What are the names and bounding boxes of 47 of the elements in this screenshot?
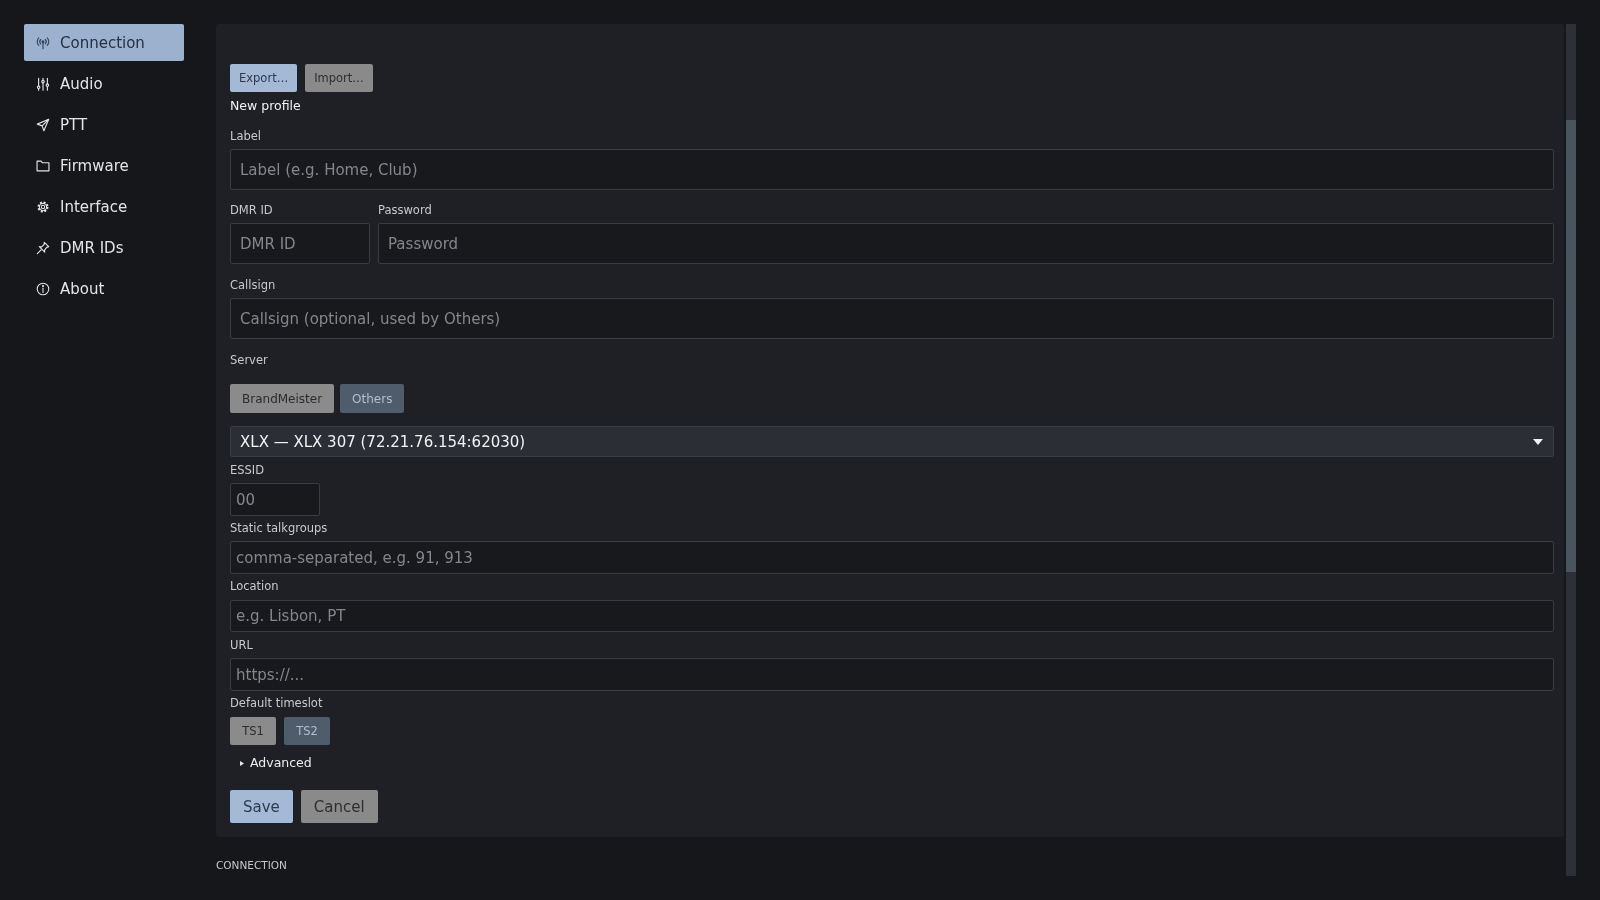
- field-label: URL: [230, 637, 253, 653]
- profile-action-button[interactable]: Import…: [305, 64, 373, 92]
- server-option[interactable]: BrandMeister: [230, 384, 335, 413]
- gear-icon: [36, 199, 50, 214]
- field-label: DMR ID: [230, 202, 273, 218]
- sidebar-item[interactable]: About: [24, 270, 184, 307]
- folder-icon: [36, 158, 50, 173]
- pushpin-icon: [36, 240, 50, 255]
- field-label: Default timeslot: [230, 695, 323, 711]
- field-label: ESSID: [230, 462, 265, 478]
- field-label: Password: [378, 202, 432, 218]
- scrollbar-thumb[interactable]: [1566, 120, 1576, 572]
- section-label: CONNECTION: [216, 858, 287, 872]
- sidebar-item[interactable]: Connection: [24, 24, 184, 61]
- field-label: Server: [230, 352, 268, 368]
- server-option[interactable]: Others: [340, 384, 405, 413]
- dmr-id-input[interactable]: DMR ID: [230, 223, 370, 264]
- location-input[interactable]: e.g. Lisbon, PT: [230, 600, 1554, 632]
- sliders-icon: [36, 76, 50, 91]
- info-icon: [36, 281, 50, 296]
- caret-down-icon: [1533, 438, 1543, 445]
- field-label: Static talkgroups: [230, 520, 328, 536]
- sidebar-item[interactable]: PTT: [24, 106, 184, 143]
- form-heading: New profile: [230, 97, 301, 115]
- talkgroups-input[interactable]: comma-separated, e.g. 91, 913: [230, 541, 1554, 574]
- advanced-toggle[interactable]: Advanced: [230, 754, 312, 772]
- sidebar-item[interactable]: Interface: [24, 188, 184, 225]
- field-label: Location: [230, 578, 279, 594]
- server-select[interactable]: XLX — XLX 307 (72.21.76.154:62030): [230, 426, 1554, 457]
- password-input[interactable]: Password: [378, 223, 1554, 264]
- timeslot-option[interactable]: TS2: [284, 717, 330, 745]
- antenna-icon: [36, 35, 50, 50]
- timeslot-option[interactable]: TS1: [230, 717, 276, 745]
- form-button[interactable]: Save: [230, 790, 293, 823]
- profile-action-button[interactable]: Export…: [230, 64, 298, 92]
- field-label: Callsign: [230, 277, 276, 293]
- form-button[interactable]: Cancel: [300, 790, 378, 823]
- paper-plane-icon: [36, 117, 50, 132]
- callsign-input[interactable]: Callsign (optional, used by Others): [230, 298, 1554, 339]
- sidebar-item[interactable]: DMR IDs: [24, 229, 184, 266]
- label-input[interactable]: Label (e.g. Home, Club): [230, 149, 1554, 190]
- essid-input[interactable]: 00: [230, 483, 320, 516]
- field-label: Label: [230, 128, 262, 144]
- sidebar-item[interactable]: Audio: [24, 65, 184, 102]
- sidebar-item[interactable]: Firmware: [24, 147, 184, 184]
- scrollbar[interactable]: [1566, 24, 1576, 876]
- url-input[interactable]: https://...: [230, 658, 1554, 691]
